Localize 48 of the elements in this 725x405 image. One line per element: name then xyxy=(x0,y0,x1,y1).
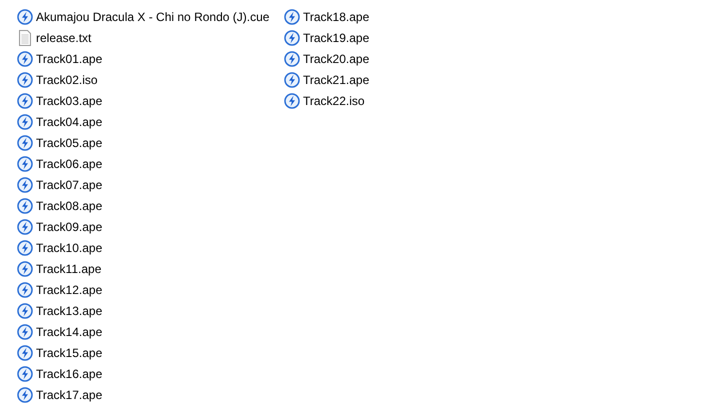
file-item[interactable]: Track14.ape xyxy=(17,321,102,342)
file-item[interactable]: Track02.iso xyxy=(17,69,98,90)
lightning-bolt-icon xyxy=(17,156,33,172)
lightning-bolt-icon xyxy=(17,344,33,360)
lightning-bolt-icon xyxy=(17,92,33,108)
file-item[interactable]: Track06.ape xyxy=(17,153,102,174)
lightning-bolt-icon xyxy=(17,366,33,382)
file-item[interactable]: Track07.ape xyxy=(17,174,102,195)
lightning-bolt-icon xyxy=(17,134,33,150)
file-item[interactable]: Track17.ape xyxy=(17,384,102,405)
lightning-bolt-icon xyxy=(17,72,33,88)
file-item[interactable]: Track05.ape xyxy=(17,132,102,153)
lightning-bolt-icon xyxy=(17,282,33,298)
file-item[interactable]: Akumajou Dracula X - Chi no Rondo (J).cue xyxy=(17,6,270,27)
file-item[interactable]: Track03.ape xyxy=(17,90,102,111)
file-item[interactable]: Track04.ape xyxy=(17,111,102,132)
file-item[interactable]: Track19.ape xyxy=(284,27,370,48)
lightning-bolt-icon xyxy=(17,386,33,402)
file-item[interactable]: Track15.ape xyxy=(17,342,102,363)
lightning-bolt-icon xyxy=(17,50,33,66)
file-item[interactable]: Track16.ape xyxy=(17,363,102,384)
file-item[interactable]: Track11.ape xyxy=(17,258,102,279)
file-item[interactable]: Track09.ape xyxy=(17,216,102,237)
file-item[interactable]: Track21.ape xyxy=(284,69,370,90)
file-item[interactable]: Track13.ape xyxy=(17,300,102,321)
lightning-bolt-icon xyxy=(284,50,300,66)
lightning-bolt-icon xyxy=(17,176,33,192)
lightning-bolt-icon xyxy=(284,8,300,24)
file-item[interactable]: Track12.ape xyxy=(17,279,102,300)
lightning-bolt-icon xyxy=(17,260,33,276)
file-item[interactable]: Track08.ape xyxy=(17,195,102,216)
lightning-bolt-icon xyxy=(17,302,33,318)
file-item[interactable]: Track01.ape xyxy=(17,48,102,69)
lightning-bolt-icon xyxy=(17,218,33,234)
lightning-bolt-icon xyxy=(17,324,33,340)
file-item[interactable]: Track20.ape xyxy=(284,48,370,69)
file-item[interactable]: Track22.iso xyxy=(284,90,365,111)
file-item[interactable]: release.txt xyxy=(17,27,92,48)
lightning-bolt-icon xyxy=(284,30,300,46)
file-item[interactable]: Track10.ape xyxy=(17,237,102,258)
lightning-bolt-icon xyxy=(284,72,300,88)
lightning-bolt-icon xyxy=(17,114,33,130)
lightning-bolt-icon xyxy=(17,198,33,214)
lightning-bolt-icon xyxy=(17,240,33,256)
file-item[interactable]: Track18.ape xyxy=(284,6,370,27)
text-document-icon xyxy=(17,30,33,46)
lightning-bolt-icon xyxy=(284,92,300,108)
lightning-bolt-icon xyxy=(17,8,33,24)
